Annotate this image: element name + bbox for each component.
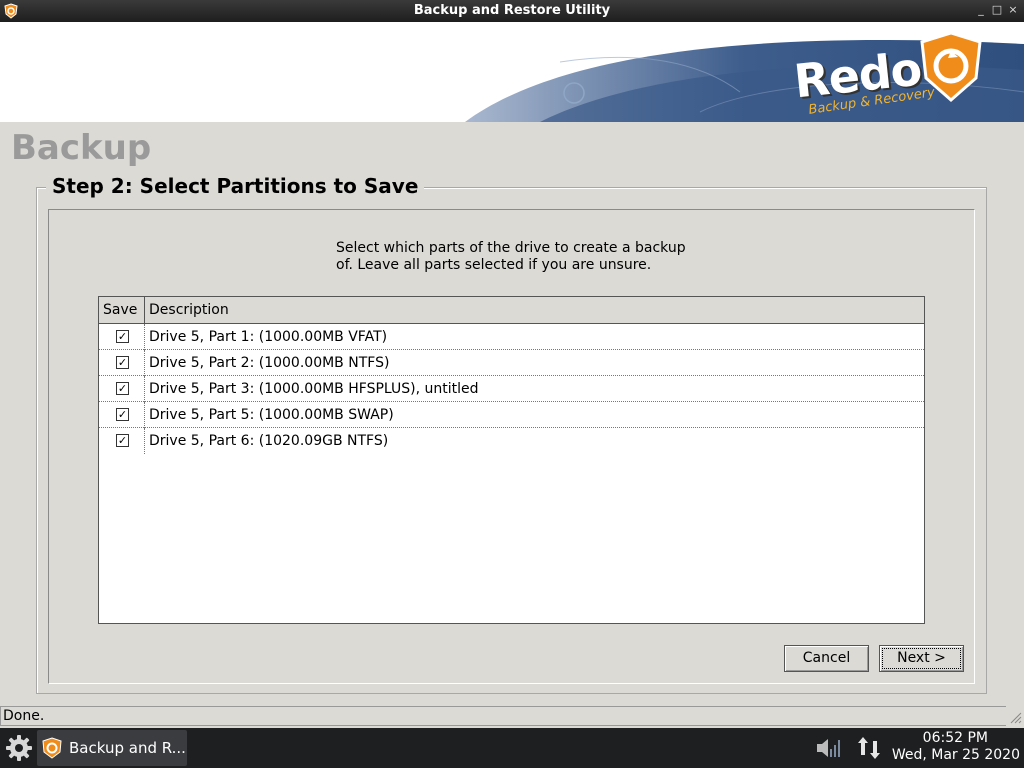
status-text: Done. — [3, 708, 45, 724]
window-title: Backup and Restore Utility — [413, 3, 611, 18]
partition-description: Drive 5, Part 5: (1000.00MB SWAP) — [149, 407, 394, 423]
table-row[interactable]: ✓ Drive 5, Part 6: (1020.09GB NTFS) — [99, 428, 924, 454]
save-checkbox[interactable]: ✓ — [116, 408, 129, 421]
clock-date: Wed, Mar 25 2020 — [891, 747, 1020, 763]
partition-description: Drive 5, Part 1: (1000.00MB VFAT) — [149, 329, 388, 345]
resize-grip-icon[interactable] — [1008, 710, 1022, 724]
table-row[interactable]: ✓ Drive 5, Part 5: (1000.00MB SWAP) — [99, 402, 924, 428]
column-header-description[interactable]: Description — [145, 297, 924, 323]
save-cell: ✓ — [99, 376, 145, 402]
network-icon[interactable] — [856, 735, 882, 761]
save-checkbox[interactable]: ✓ — [116, 434, 129, 447]
instructions-text: Select which parts of the drive to creat… — [336, 240, 716, 274]
page-title: Backup — [11, 128, 152, 168]
redo-task-icon — [42, 737, 62, 759]
partition-description: Drive 5, Part 6: (1020.09GB NTFS) — [149, 433, 389, 449]
step-title: Step 2: Select Partitions to Save — [46, 174, 425, 198]
table-row[interactable]: ✓ Drive 5, Part 1: (1000.00MB VFAT) — [99, 324, 924, 350]
save-checkbox[interactable]: ✓ — [116, 382, 129, 395]
volume-icon[interactable] — [815, 733, 843, 763]
save-checkbox[interactable]: ✓ — [116, 330, 129, 343]
partition-description: Drive 5, Part 2: (1000.00MB NTFS) — [149, 355, 390, 371]
taskbar-task-label: Backup and R... — [69, 739, 186, 757]
cancel-button[interactable]: Cancel — [784, 645, 869, 672]
next-button[interactable]: Next > — [879, 645, 964, 672]
save-cell: ✓ — [99, 350, 145, 376]
clock[interactable]: 06:52 PM Wed, Mar 25 2020 — [892, 730, 1020, 764]
taskbar-task-backup[interactable]: Backup and R... — [37, 730, 187, 766]
save-checkbox[interactable]: ✓ — [116, 356, 129, 369]
table-row[interactable]: ✓ Drive 5, Part 2: (1000.00MB NTFS) — [99, 350, 924, 376]
instructions-line-2: of. Leave all parts selected if you are … — [336, 257, 652, 273]
save-cell: ✓ — [99, 324, 145, 350]
taskbar: Backup and R... 06:52 PM Wed, Mar 25 202… — [0, 728, 1024, 768]
minimize-button[interactable]: _ — [974, 3, 988, 17]
save-cell: ✓ — [99, 402, 145, 428]
table-row[interactable]: ✓ Drive 5, Part 3: (1000.00MB HFSPLUS), … — [99, 376, 924, 402]
maximize-button[interactable]: □ — [990, 3, 1004, 17]
table-header: Save Description — [99, 297, 924, 324]
close-button[interactable]: × — [1006, 3, 1020, 17]
gear-icon[interactable] — [3, 732, 35, 764]
partition-table[interactable]: Save Description ✓ Drive 5, Part 1: (100… — [98, 296, 925, 624]
trademark-mark: ™ — [975, 31, 984, 41]
window-titlebar[interactable]: Backup and Restore Utility _ □ × — [0, 0, 1024, 22]
clock-time: 06:52 PM — [922, 730, 988, 746]
save-cell: ✓ — [99, 428, 145, 454]
header-banner: Redo ™ Backup & Recovery — [0, 22, 1024, 122]
status-bar: Done. — [0, 706, 1006, 726]
column-header-save[interactable]: Save — [99, 297, 145, 323]
partition-description: Drive 5, Part 3: (1000.00MB HFSPLUS), un… — [149, 381, 479, 397]
instructions-line-1: Select which parts of the drive to creat… — [336, 240, 686, 256]
